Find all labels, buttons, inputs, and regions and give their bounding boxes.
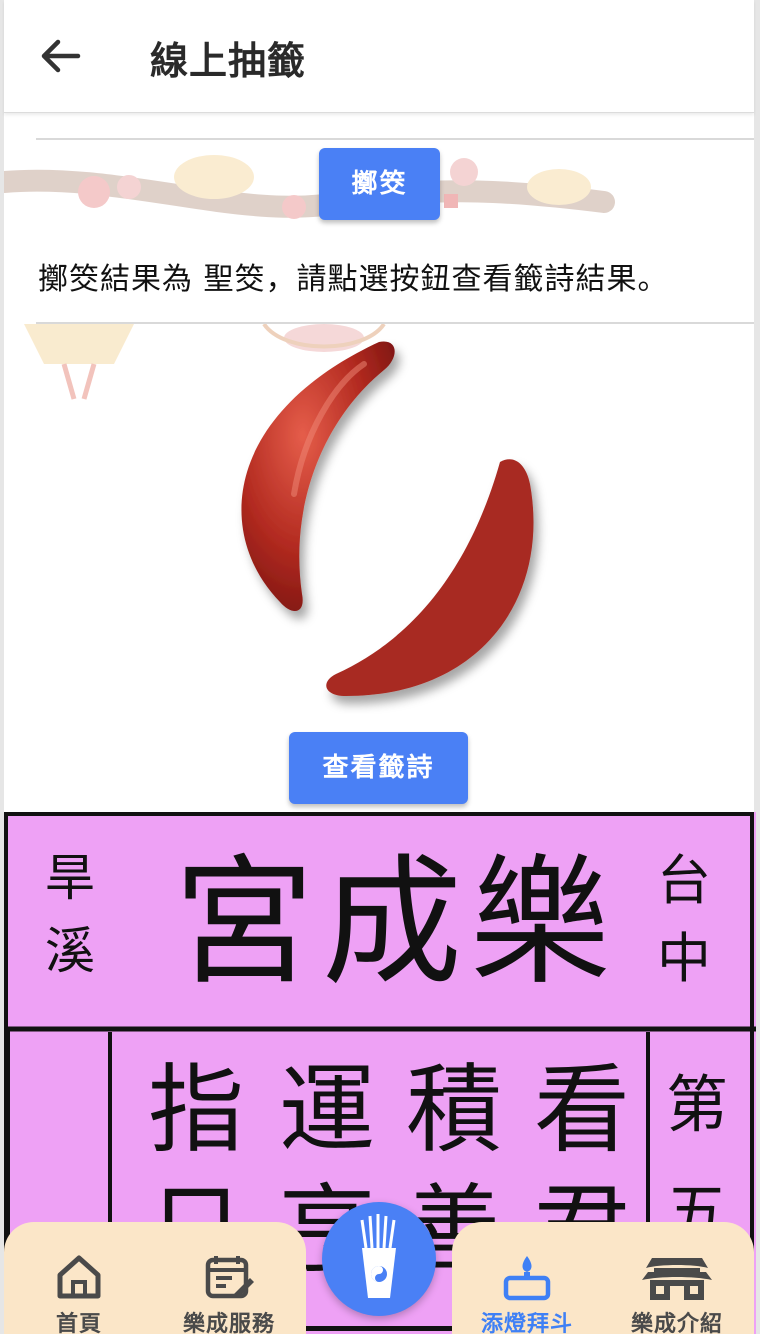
arrow-left-icon — [41, 39, 81, 73]
throw-jiao-button[interactable]: 擲筊 — [319, 148, 440, 220]
poem-char: 看 — [534, 1054, 630, 1166]
poem-number-char: 第 — [666, 1068, 729, 1141]
page-title: 線上抽籤 — [150, 39, 307, 83]
temple-icon — [642, 1258, 712, 1300]
nav-label-lamp: 添燈拜斗 — [480, 1312, 573, 1337]
fortune-sticks-icon — [360, 1214, 396, 1298]
poem-char: 運 — [279, 1054, 375, 1166]
nav-item-about[interactable]: 樂成介紹 — [602, 1250, 752, 1338]
nav-label-home: 首頁 — [55, 1312, 102, 1337]
home-icon — [57, 1255, 101, 1299]
jiao-result-area: 查看籤詩 — [4, 324, 754, 812]
plaque-temple-name: 宮成樂 — [174, 842, 619, 1005]
jiao-blocks-image — [241, 341, 534, 696]
lamp-icon — [503, 1256, 551, 1301]
poem-char: 積 — [406, 1054, 502, 1166]
plaque-right-text: 台中 — [657, 849, 711, 991]
calendar-edit-icon — [205, 1256, 254, 1299]
nav-item-home[interactable]: 首頁 — [4, 1250, 154, 1338]
throw-section: 擲筊 擲筊結果為 聖筊，請點選按鈕查看籤詩結果。 — [4, 112, 754, 324]
top-divider — [36, 138, 754, 140]
nav-label-about: 樂成介紹 — [630, 1312, 723, 1337]
view-poem-button[interactable]: 查看籤詩 — [289, 732, 468, 804]
app-bar: 線上抽籤 — [4, 0, 754, 113]
back-button[interactable] — [34, 32, 86, 80]
throw-result-text: 擲筊結果為 聖筊，請點選按鈕查看籤詩結果。 — [38, 262, 669, 297]
plaque-left-text: 旱溪 — [45, 849, 95, 980]
nav-item-services[interactable]: 樂成服務 — [154, 1250, 304, 1338]
fortune-sticks-button[interactable] — [322, 1202, 436, 1316]
nav-item-lamp[interactable]: 添燈拜斗 — [452, 1250, 602, 1338]
decorative-branch-image — [4, 155, 615, 219]
poem-char: 指 — [148, 1054, 244, 1166]
bottom-navigation: 首頁 樂成服務 添燈拜斗 樂成介紹 — [0, 1202, 760, 1337]
nav-label-services: 樂成服務 — [182, 1312, 275, 1337]
